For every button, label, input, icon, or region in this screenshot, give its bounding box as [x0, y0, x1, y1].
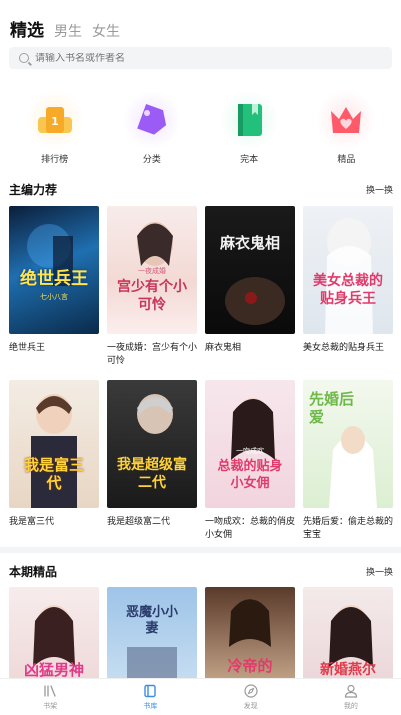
nav-mine-label: 我的: [343, 701, 358, 710]
bottom-nav: 书架 书库 发现 我的: [0, 678, 401, 715]
cover-subtitle: 一夜成婚: [138, 267, 166, 275]
book-title[interactable]: 麻衣鬼相: [205, 342, 295, 368]
cover-subtitle: 七小八言: [40, 293, 68, 301]
search-bar[interactable]: [9, 47, 392, 69]
book-title[interactable]: 绝世兵王: [9, 342, 99, 368]
library-icon: [144, 684, 157, 697]
tab-male[interactable]: 男生: [54, 21, 82, 41]
book-card[interactable]: 一夜成婚 宫少有个小可怜 一夜成婚：宫少有个小可怜: [107, 206, 197, 368]
nav-library-label: 书库: [143, 701, 158, 710]
editor-picks-grid-row-2: 我是富三代 我是富三代 我是超级富二代 我是超级富二代 一吻成欢 总裁的贴身小女…: [9, 380, 394, 542]
book-title[interactable]: 先婚后爱：偷走总裁的宝宝: [303, 516, 393, 542]
book-cover[interactable]: 美女总裁的贴身兵王: [303, 206, 393, 334]
search-input[interactable]: [35, 52, 355, 64]
crown-icon: [316, 90, 377, 150]
cover-title: 凶猛男神: [23, 661, 84, 679]
cover-title: 冷帝的: [227, 657, 273, 675]
refresh-button[interactable]: 换一换: [366, 565, 393, 578]
book-card[interactable]: 一吻成欢 总裁的贴身小女佣 一吻成欢：总裁的俏皮小女佣: [205, 380, 295, 542]
book-title[interactable]: 美女总裁的贴身兵王: [303, 342, 393, 368]
nav-discover-label: 发现: [243, 701, 258, 710]
book-card[interactable]: 绝世兵王 七小八言 绝世兵王: [9, 206, 99, 368]
nav-bookshelf[interactable]: 书架: [10, 684, 90, 711]
cover-title: 恶魔小小妻: [125, 605, 178, 636]
cover-title: 总裁的贴身小女佣: [217, 459, 283, 491]
category-premium-label: 精品: [337, 155, 356, 165]
cover-title: 美女总裁的贴身兵王: [313, 273, 383, 307]
cover-subtitle: 一吻成欢: [236, 447, 264, 455]
book-icon: [219, 90, 280, 150]
cover-title: 我是超级富二代: [117, 457, 187, 491]
top-tabs: 精选 男生 女生: [10, 16, 120, 41]
category-premium[interactable]: 精品: [306, 90, 386, 165]
book-title[interactable]: 我是超级富二代: [107, 516, 197, 542]
category-row: 1 排行榜 分类 完本 精品: [0, 90, 401, 165]
refresh-button[interactable]: 换一换: [366, 183, 393, 196]
nav-bookshelf-label: 书架: [43, 701, 58, 710]
book-title[interactable]: 我是富三代: [9, 516, 99, 542]
book-title[interactable]: 一吻成欢：总裁的俏皮小女佣: [205, 516, 295, 542]
book-cover[interactable]: 我是富三代: [9, 380, 99, 508]
book-card[interactable]: 美女总裁的贴身兵王 美女总裁的贴身兵王: [303, 206, 393, 368]
book-cover[interactable]: 先婚后爱: [303, 380, 393, 508]
book-cover[interactable]: 麻衣鬼相: [205, 206, 295, 334]
book-card[interactable]: 麻衣鬼相 麻衣鬼相: [205, 206, 295, 368]
cover-title: 先婚后爱: [309, 390, 355, 426]
this-issue-header: 本期精品 换一换: [9, 563, 393, 580]
nav-library[interactable]: 书库: [110, 684, 190, 711]
book-card[interactable]: 我是富三代 我是富三代: [9, 380, 99, 542]
book-cover[interactable]: 一吻成欢 总裁的贴身小女佣: [205, 380, 295, 508]
cover-title: 麻衣鬼相: [219, 234, 280, 252]
category-classify[interactable]: 分类: [112, 90, 192, 165]
book-title[interactable]: 一夜成婚：宫少有个小可怜: [107, 342, 197, 368]
cover-title: 新婚燕尔: [320, 662, 376, 678]
search-icon: [19, 53, 29, 63]
compass-icon: [244, 683, 258, 698]
book-cover[interactable]: 我是超级富二代: [107, 380, 197, 508]
cover-title: 宫少有个小可怜: [117, 279, 187, 313]
tab-female[interactable]: 女生: [92, 21, 120, 41]
bookshelf-icon: [44, 684, 56, 697]
section-divider: [0, 547, 401, 553]
book-cover[interactable]: 一夜成婚 宫少有个小可怜: [107, 206, 197, 334]
book-cover[interactable]: 绝世兵王 七小八言: [9, 206, 99, 334]
category-finished-label: 完本: [240, 155, 259, 165]
section-title: 主编力荐: [9, 183, 58, 197]
category-finished[interactable]: 完本: [209, 90, 289, 165]
cover-title: 我是富三代: [23, 456, 84, 492]
editor-picks-grid: 绝世兵王 七小八言 绝世兵王 一夜成婚 宫少有个小可怜 一夜成婚：宫少有个小可怜…: [9, 206, 394, 368]
tag-icon: [121, 90, 182, 150]
user-icon: [344, 684, 357, 698]
editor-picks-header: 主编力荐 换一换: [9, 181, 393, 198]
category-classify-label: 分类: [142, 155, 161, 165]
category-ranking-label: 排行榜: [41, 155, 69, 165]
tab-featured[interactable]: 精选: [10, 16, 44, 41]
svg-text:1: 1: [51, 115, 59, 128]
trophy-icon: 1: [24, 90, 85, 150]
book-card[interactable]: 先婚后爱 先婚后爱：偷走总裁的宝宝: [303, 380, 393, 542]
book-card[interactable]: 我是超级富二代 我是超级富二代: [107, 380, 197, 542]
nav-discover[interactable]: 发现: [211, 683, 291, 711]
section-title: 本期精品: [9, 565, 58, 579]
category-ranking[interactable]: 1 排行榜: [15, 90, 95, 165]
cover-title: 绝世兵王: [20, 269, 88, 289]
nav-mine[interactable]: 我的: [311, 684, 391, 711]
